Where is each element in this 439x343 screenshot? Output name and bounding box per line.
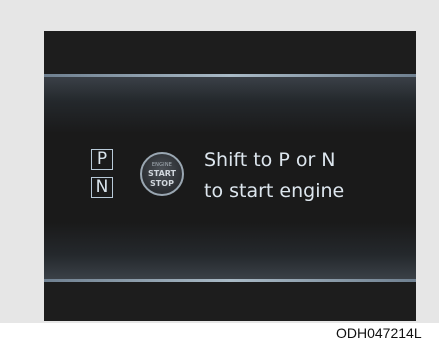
display-bottom-band	[44, 282, 416, 321]
display-top-band	[44, 31, 416, 74]
engine-start-stop-button-icon: ENGINE START STOP	[140, 152, 184, 196]
gear-p-indicator: P	[91, 149, 113, 170]
button-stop-label: STOP	[150, 179, 174, 188]
button-start-label: START	[147, 169, 177, 178]
button-engine-label: ENGINE	[151, 162, 173, 168]
image-code: ODH047214L	[336, 325, 422, 341]
message-line-2: to start engine	[204, 180, 345, 202]
cluster-display: P N ENGINE START STOP Shift to P or N to…	[44, 31, 416, 321]
gear-n-indicator: N	[91, 177, 113, 198]
message-line-1: Shift to P or N	[204, 149, 336, 171]
figure-frame: P N ENGINE START STOP Shift to P or N to…	[0, 0, 439, 323]
